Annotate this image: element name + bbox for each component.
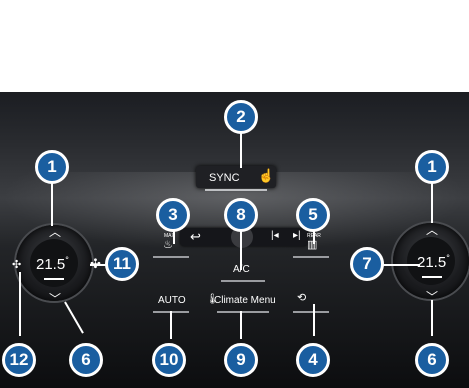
sync-label: SYNC [209, 172, 240, 184]
climate-menu-label[interactable]: Climate Menu [214, 295, 276, 306]
leader-line-1-left [51, 183, 53, 226]
leader-line-7 [378, 264, 420, 266]
left-temp-underline [44, 278, 64, 280]
fan-low-icon[interactable]: ✣ [12, 258, 21, 271]
callout-8: 8 [224, 198, 258, 232]
auto-label[interactable]: AUTO [158, 295, 186, 306]
sync-underline [205, 189, 267, 191]
right-temp-up-icon[interactable]: ︿ [426, 221, 438, 238]
left-temp-down-icon[interactable]: ﹀ [49, 290, 61, 307]
right-temp-underline [422, 276, 442, 278]
callout-9: 9 [224, 343, 258, 377]
climate-menu-underline [217, 311, 269, 313]
leader-line-10 [170, 311, 172, 339]
max-defrost-underline [153, 256, 189, 258]
callout-6-right: 6 [415, 343, 449, 377]
callout-12: 12 [2, 343, 36, 377]
right-temperature-value: 21.5 [417, 254, 447, 271]
callout-5: 5 [296, 198, 330, 232]
callout-4: 4 [296, 343, 330, 377]
air-recirculation-icon[interactable]: ⟲ [297, 291, 306, 304]
callout-1-right: 1 [415, 150, 449, 184]
callout-11: 11 [105, 247, 139, 281]
ac-underline [221, 280, 265, 282]
leader-line-2 [240, 130, 242, 168]
max-defrost-icon[interactable]: ♨ [163, 238, 173, 251]
leader-line-3 [173, 230, 175, 244]
skip-next-icon[interactable]: ▸| [293, 230, 301, 241]
skip-previous-icon[interactable]: |◂ [271, 230, 279, 241]
rear-defrost-underline [293, 256, 329, 258]
right-temperature-unit: ° [446, 253, 450, 263]
left-temperature-value: 21.5 [36, 256, 66, 273]
leader-line-6-right [431, 300, 433, 336]
recirculation-underline [293, 311, 329, 313]
callout-10: 10 [152, 343, 186, 377]
leader-line-12 [19, 272, 21, 336]
leader-line-5 [313, 230, 315, 244]
leader-line-9 [240, 311, 242, 339]
left-temperature: 21.5° [36, 255, 69, 273]
callout-6-left: 6 [69, 343, 103, 377]
callout-2: 2 [224, 100, 258, 134]
back-arrow-icon[interactable]: ↩ [190, 229, 201, 245]
leader-line-4 [313, 304, 315, 336]
hand-touch-icon: ☝ [258, 168, 275, 183]
leader-line-8 [240, 230, 242, 270]
leader-line-1-right [431, 183, 433, 223]
right-temperature: 21.5° [417, 253, 450, 271]
callout-1-left: 1 [35, 150, 69, 184]
climate-control-illustration: SYNC ☝ ↩ |◂ ▸| ︿ ﹀ 21.5° ✣ ✣ ︿ ﹀ 21.5° M… [0, 0, 469, 388]
left-temperature-unit: ° [65, 255, 69, 265]
callout-3: 3 [156, 198, 190, 232]
callout-7: 7 [350, 247, 384, 281]
